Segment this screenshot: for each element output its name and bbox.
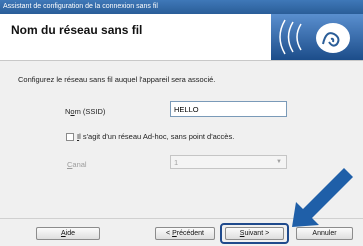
ssid-input[interactable]: HELLO	[170, 101, 287, 117]
ssid-label: Nom (SSID)	[65, 107, 106, 116]
wizard-header: Nom du réseau sans fil	[0, 14, 363, 61]
channel-label: Canal	[67, 160, 87, 169]
adhoc-checkbox[interactable]	[66, 133, 74, 141]
channel-value: 1	[174, 158, 179, 167]
cancel-button[interactable]: Annuler	[296, 227, 353, 240]
wireless-logo-icon	[271, 14, 363, 60]
help-button[interactable]: Aide	[36, 227, 100, 240]
description-text: Configurez le réseau sans fil auquel l'a…	[18, 75, 216, 84]
wizard-window: Assistant de configuration de la connexi…	[0, 0, 363, 246]
window-titlebar: Assistant de configuration de la connexi…	[0, 0, 363, 14]
channel-select: 1 ▼	[170, 155, 287, 169]
next-button-highlight	[220, 223, 289, 244]
adhoc-label[interactable]: Il s'agit d'un réseau Ad-hoc, sans point…	[77, 132, 234, 141]
previous-button[interactable]: < Précédent	[155, 227, 215, 240]
footer-divider	[0, 218, 363, 219]
page-title: Nom du réseau sans fil	[11, 23, 143, 37]
chevron-down-icon: ▼	[276, 159, 282, 165]
